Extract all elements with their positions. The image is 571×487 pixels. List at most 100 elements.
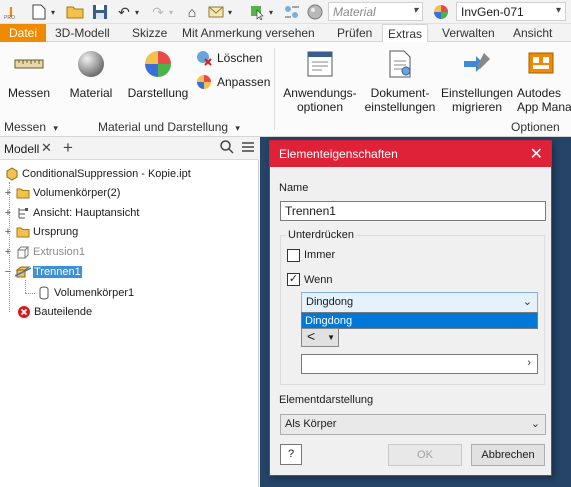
expand-icon[interactable]: + [3,207,13,219]
tree-item-volumenkoerper[interactable]: + Volumenkörper(2) [3,184,121,202]
loeschen-button[interactable]: Löschen [196,49,262,67]
chevron-right-icon[interactable]: › [527,357,531,369]
redo-dropdown-icon[interactable]: ▾ [166,3,176,21]
group-label-messen[interactable]: Messen ▾ [4,120,58,134]
material-combo[interactable]: Material ▾ [328,2,423,21]
redo-icon[interactable]: ↷ [150,3,166,21]
mail-icon[interactable] [207,3,225,21]
group-label-optionen: Optionen [511,120,560,134]
wenn-label: Wenn [304,274,333,286]
expand-icon[interactable]: + [3,246,13,258]
tab-verwalten[interactable]: Verwalten [437,24,500,42]
select-dropdown-icon[interactable]: ▾ [266,3,276,21]
chevron-down-icon: ▾ [53,123,58,133]
tab-skizze[interactable]: Skizze [127,24,172,42]
cancel-button[interactable]: Abbrechen [471,444,545,466]
collapse-icon[interactable]: − [3,266,13,278]
dokumenteinstellungen-label-line1: Dokument- [370,86,430,100]
material-combo-text: Material [333,4,376,19]
dokumenteinstellungen-label-line2: einstellungen [364,100,436,114]
tab-3d-modell[interactable]: 3D-Modell [50,24,115,42]
extrusion-icon [15,244,31,260]
operator-select[interactable]: < ▼ [301,328,339,347]
select-icon[interactable] [248,3,266,21]
new-dropdown-icon[interactable]: ▾ [48,3,58,21]
mail-dropdown-icon[interactable]: ▾ [225,3,235,21]
darstellung-button[interactable]: Darstellung [126,48,190,100]
end-of-part-icon [16,304,32,320]
elementdarstellung-select[interactable]: Als Körper ⌄ [280,414,546,435]
tree-item-label: Ursprung [33,226,79,238]
ok-button[interactable]: OK [388,444,462,466]
wenn-checkbox[interactable]: ✓ [287,273,300,286]
tree-item-root[interactable]: ConditionalSuppression - Kopie.ipt [4,165,191,183]
tab-pruefen[interactable]: Prüfen [332,24,377,42]
group-separator [274,48,275,130]
app-manager-button[interactable]: Autodes App Mana [517,48,571,114]
dokumenteinstellungen-button[interactable]: Dokument- einstellungen [362,48,438,114]
caret-down-icon: ▼ [327,333,335,342]
tab-mit-anmerkung[interactable]: Mit Anmerkung versehen [177,24,320,42]
einstellungen-migrieren-button[interactable]: Einstellungen migrieren [440,48,514,114]
quick-access-toolbar: I PRO ▾ ↶ ▾ ↷ ▾ ⌂ ▾ ▾ Material ▾ InvGen- [0,0,571,24]
tree-item-ursprung[interactable]: + Ursprung [3,223,78,241]
adjust-appearance-icon [196,74,212,90]
help-button[interactable]: ? [280,444,302,465]
undo-icon[interactable]: ↶ [116,3,132,21]
tree-item-volumenkoerper1[interactable]: Volumenkörper1 [36,284,134,302]
material-label: Material [69,86,113,100]
model-browser: Modell ✕ + ConditionalSuppression - Kopi… [0,137,259,487]
tree-item-label: Volumenkörper1 [54,287,135,299]
expand-icon[interactable]: + [3,226,13,238]
messen-button[interactable]: Messen [6,48,52,100]
dropdown-option-dingdong[interactable]: Dingdong [301,312,538,329]
tree-item-ansicht[interactable]: + Ansicht: Hauptansicht [3,204,140,222]
appearance-combo-text: InvGen-071 [461,4,524,19]
tree-item-label: Volumenkörper(2) [33,187,121,199]
app-manager-label-line2: App Mana [517,100,571,114]
tab-datei[interactable]: Datei [0,24,46,42]
tree-item-trennen[interactable]: − Trennen1 [3,263,82,281]
tab-ansicht[interactable]: Ansicht [508,24,557,42]
pro-badge: PRO [4,15,15,21]
add-tab-icon[interactable]: + [63,138,73,158]
application-options-icon [304,48,336,80]
immer-label: Immer [304,249,336,261]
close-icon[interactable]: ✕ [530,144,543,164]
immer-checkbox[interactable] [287,249,300,262]
tree-item-label: Trennen1 [33,266,82,278]
undo-dropdown-icon[interactable]: ▾ [132,3,142,21]
browser-title[interactable]: Modell [4,142,39,156]
condition-parameter-select[interactable]: Dingdong ⌄ [301,292,538,313]
group-label-material[interactable]: Material und Darstellung ▾ [98,120,240,134]
name-field[interactable]: Trennen1 [280,201,546,221]
name-label: Name [279,182,309,194]
delete-appearance-icon [196,50,212,66]
dialog-titlebar[interactable]: Elementeigenschaften ✕ [270,141,551,167]
elementdarstellung-value: Als Körper [285,418,337,430]
tree-item-label: Extrusion1 [33,246,85,258]
new-file-icon[interactable] [30,3,48,21]
home-icon[interactable]: ⌂ [184,3,200,21]
close-icon[interactable]: ✕ [41,140,52,156]
material-button[interactable]: Material [66,48,116,100]
tree-connector [25,293,35,294]
search-icon[interactable] [219,139,235,158]
tab-extras[interactable]: Extras [382,24,429,43]
material-sphere-icon[interactable] [306,3,324,21]
anwendungsoptionen-button[interactable]: Anwendungs- optionen [280,48,360,114]
group-label-material-text: Material und Darstellung [98,120,229,134]
hamburger-menu-icon[interactable] [240,139,256,158]
expand-icon[interactable]: + [3,187,13,199]
appearance-combo[interactable]: InvGen-071 ▾ [456,2,566,21]
group-label-messen-text: Messen [4,120,47,134]
save-icon[interactable] [91,3,109,21]
parameters-icon[interactable] [283,3,301,21]
open-folder-icon[interactable] [66,3,84,21]
anpassen-button[interactable]: Anpassen [196,73,270,91]
tree-item-label: Ansicht: Hauptansicht [33,207,140,219]
appearance-color-wheel-icon[interactable] [432,3,450,21]
tree-item-extrusion[interactable]: + Extrusion1 [3,243,85,261]
tree-item-bauteilende[interactable]: Bauteilende [16,303,92,321]
condition-value-field[interactable]: › [301,354,538,374]
